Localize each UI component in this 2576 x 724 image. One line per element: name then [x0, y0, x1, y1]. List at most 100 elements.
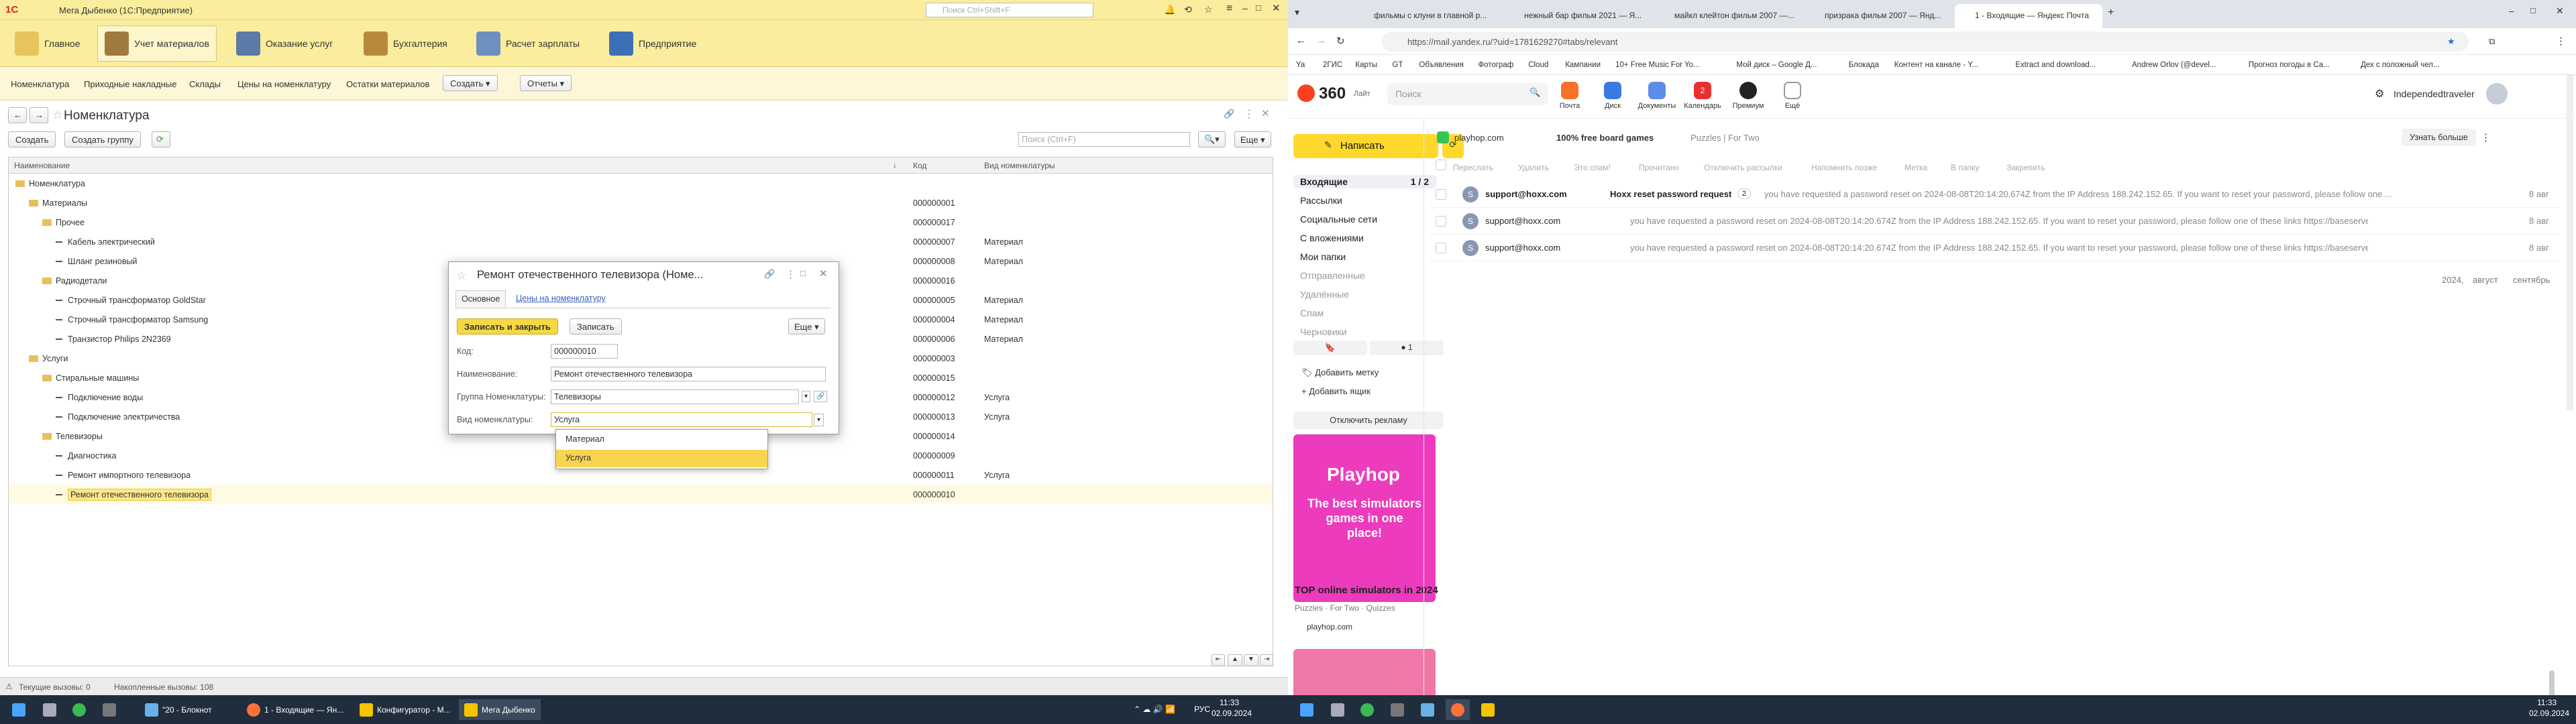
bookmark-item[interactable]: Фотограф	[1478, 61, 1513, 69]
minimize-icon[interactable]: –	[2509, 5, 2514, 16]
folder-item[interactable]: Рассылки	[1293, 194, 1437, 207]
bookmark-item[interactable]: 10+ Free Music For Yo...	[1615, 61, 1700, 69]
browser-menu-icon[interactable]: ⋮	[2556, 35, 2566, 47]
service-calendar[interactable]: 2 Календарь	[1682, 82, 1723, 110]
back-icon[interactable]: ←	[1296, 35, 1306, 46]
toolbar-action[interactable]: Удалить	[1518, 163, 1549, 172]
group-dropdown-icon[interactable]: ▾	[802, 391, 811, 402]
nav-receipts[interactable]: Приходные накладные	[84, 79, 176, 89]
message-checkbox[interactable]	[1436, 243, 1446, 253]
settings-gear-icon[interactable]: ⚙	[2375, 87, 2384, 101]
tray-date[interactable]: 02.09.2024	[1212, 709, 1252, 719]
browser-tab[interactable]: фильмы с клуни в главной р...	[1354, 4, 1501, 28]
browser-tab-active[interactable]: 1 - Входящие — Яндекс Почта	[1955, 4, 2102, 28]
service-more[interactable]: Ещё	[1772, 82, 1813, 110]
favorite-star-icon[interactable]: ☆	[457, 269, 466, 282]
start-button[interactable]	[1295, 699, 1319, 720]
first-page-icon[interactable]: ⇤	[1212, 654, 1226, 666]
table-row[interactable]: Номенклатура	[9, 174, 1273, 193]
service-premium[interactable]: Премиум	[1728, 82, 1768, 110]
search-icon[interactable]: 🔍	[1529, 87, 1540, 98]
timeline-sep[interactable]: сентябрь	[2513, 275, 2550, 285]
message-row[interactable]: Ssupport@hoxx.com Hoxx reset password req…	[1429, 181, 2563, 208]
labels-count[interactable]: ● 1	[1370, 341, 1444, 355]
taskbar-browser[interactable]	[1446, 699, 1470, 720]
sort-desc-icon[interactable]: ↓	[893, 160, 897, 170]
bookmark-item[interactable]: Прогноз погоды в Са...	[2249, 61, 2330, 69]
bookmark-item[interactable]: Контент на канале - Y...	[1894, 61, 1978, 69]
toolbar-action[interactable]: Переслать	[1453, 163, 1493, 172]
taskbar-calc[interactable]	[97, 699, 121, 720]
group-field[interactable]: Телевизоры	[551, 389, 799, 404]
dialog-close-icon[interactable]: ✕	[819, 267, 828, 280]
message-row[interactable]: Ssupport@hoxx.com you have requested a pa…	[1429, 208, 2563, 235]
link-icon[interactable]: 🔗	[764, 269, 775, 280]
folder-item[interactable]: Входящие 1 / 2	[1293, 175, 1437, 188]
form-menu-icon[interactable]: ⋮	[1244, 107, 1254, 121]
bookmark-item[interactable]: Объявления	[1419, 61, 1464, 69]
create-group-button[interactable]: Создать группу	[64, 131, 141, 147]
nav-nomenclature[interactable]: Номенклатура	[11, 79, 69, 89]
add-label-link[interactable]: 🏷 Добавить метку	[1301, 367, 1379, 378]
tray-icons[interactable]: ⌃ ☁ 🔊 📶	[1134, 705, 1175, 715]
folder-item[interactable]: Отправленные	[1293, 269, 1437, 282]
taskbar-calc[interactable]	[1385, 699, 1409, 720]
message-checkbox[interactable]	[1436, 216, 1446, 227]
section-salary[interactable]: Расчет зарплаты	[470, 25, 586, 62]
timeline-aug[interactable]: август	[2473, 275, 2498, 285]
labels-icon[interactable]: 🔖	[1293, 341, 1367, 355]
add-box-link[interactable]: + Добавить ящик	[1301, 386, 1371, 396]
toolbar-action[interactable]: Напомнить позже	[1811, 163, 1877, 172]
taskbar-chrome[interactable]	[1355, 699, 1379, 720]
bookmark-item[interactable]: Andrew Orlov (@devel...	[2132, 61, 2216, 69]
username[interactable]: Independedtraveler	[2394, 88, 2475, 99]
toolbar-action[interactable]: Закрепить	[2006, 163, 2045, 172]
minimize-icon[interactable]: –	[1242, 3, 1248, 13]
taskbar-onec[interactable]	[1476, 699, 1500, 720]
tray-lang[interactable]: РУС	[1194, 705, 1210, 715]
toolbar-action[interactable]: Метка	[1904, 163, 1927, 172]
thread-count[interactable]: 2	[1737, 188, 1752, 199]
service-docs[interactable]: Документы	[1637, 82, 1677, 110]
folder-item[interactable]: Удалённые	[1293, 288, 1437, 301]
forward-icon[interactable]: →	[1316, 35, 1326, 46]
maximize-icon[interactable]: □	[1256, 3, 1261, 13]
mail-search-input[interactable]: Поиск	[1387, 82, 1548, 105]
ad-banner[interactable]: Playhop The best simulators games in one…	[1293, 434, 1436, 602]
reload-icon[interactable]: ↻	[1336, 35, 1345, 47]
history-icon[interactable]: ⟲	[1184, 4, 1192, 15]
browser-tab[interactable]: нежный бар фильм 2021 — Я...	[1504, 4, 1652, 28]
taskbar-onec[interactable]: Мега Дыбенко	[459, 699, 541, 720]
grid-search-input[interactable]: Поиск (Ctrl+F)	[1018, 132, 1190, 147]
col-kind[interactable]: Вид номенклатуры	[984, 161, 1055, 170]
taskbar-browser[interactable]: 1 - Входящие — Ян...	[241, 699, 349, 720]
taskbar-chrome[interactable]	[67, 699, 91, 720]
message-checkbox[interactable]	[1436, 189, 1446, 200]
bookmark-item[interactable]: Ya	[1296, 61, 1305, 69]
col-name[interactable]: Наименование	[14, 161, 70, 170]
folder-item[interactable]: Мои папки	[1293, 250, 1437, 263]
bookmark-item[interactable]: 2ГИС	[1323, 61, 1342, 69]
section-accounting[interactable]: Бухгалтерия	[357, 25, 454, 62]
taskbar-camera[interactable]	[1326, 699, 1350, 720]
back-button[interactable]: ←	[8, 107, 27, 123]
dialog-maximize-icon[interactable]: □	[800, 268, 806, 278]
bookmark-item[interactable]: Карты	[1355, 61, 1377, 69]
folder-item[interactable]: Спам	[1293, 306, 1437, 320]
code-field[interactable]: 000000010	[551, 344, 618, 359]
folder-item[interactable]: С вложениями	[1293, 231, 1437, 245]
nav-create-button[interactable]: Создать ▾	[443, 75, 498, 91]
yandex-logo-icon[interactable]	[1297, 84, 1315, 102]
brand-360[interactable]: 360	[1319, 84, 1346, 103]
ad-title[interactable]: TOP online simulators in 2024	[1295, 585, 1438, 596]
section-enterprise[interactable]: Предприятие	[602, 25, 703, 62]
message-row[interactable]: Ssupport@hoxx.com you have requested a pa…	[1429, 235, 2563, 261]
start-button[interactable]	[7, 699, 31, 720]
col-code[interactable]: Код	[913, 161, 926, 170]
bookmark-item[interactable]: Extract and download...	[2015, 61, 2096, 69]
taskbar-notepad[interactable]	[1415, 699, 1440, 720]
bookmark-item[interactable]: Кампании	[1565, 61, 1601, 69]
toolbar-action[interactable]: Отключить рассылки	[1704, 163, 1782, 172]
dialog-more-button[interactable]: Еще ▾	[788, 318, 825, 335]
toolbar-action[interactable]: Прочитано	[1639, 163, 1679, 172]
